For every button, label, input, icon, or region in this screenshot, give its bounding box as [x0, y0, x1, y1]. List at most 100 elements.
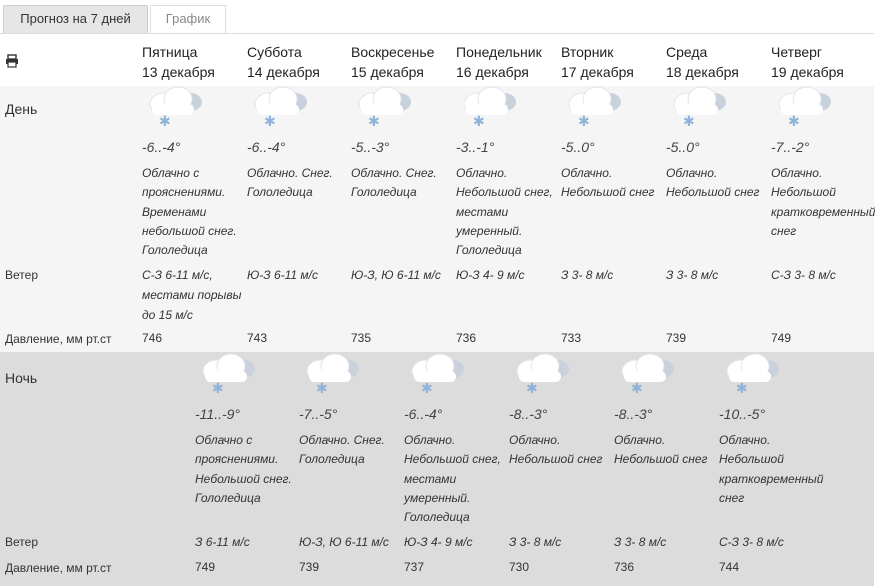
- day-weekday: Понедельник: [456, 44, 542, 60]
- wind-value: Ю-З 4- 9 м/с: [404, 535, 473, 549]
- temperature: -10..-5°: [719, 406, 766, 422]
- pressure-value: 733: [561, 331, 582, 345]
- day-date: 19 декабря: [771, 64, 844, 80]
- cloud-snow-icon: ✱: [404, 353, 474, 397]
- weather-description: Облачно с прояснениями. Небольшой снег. …: [195, 433, 292, 505]
- cloud-snow-icon: ✱: [771, 86, 841, 130]
- day-header: Суббота 14 декабря: [247, 42, 320, 82]
- cloud-snow-icon: ✱: [142, 86, 212, 130]
- temperature: -6..-4°: [404, 406, 443, 422]
- cloud-snow-icon: ✱: [666, 86, 736, 130]
- printer-icon[interactable]: [5, 54, 19, 68]
- day-date: 13 декабря: [142, 64, 215, 80]
- svg-text:✱: ✱: [212, 381, 224, 393]
- day-header: Пятница 13 декабря: [142, 42, 215, 82]
- day-header: Среда 18 декабря: [666, 42, 739, 82]
- temperature: -8..-3°: [509, 406, 548, 422]
- svg-text:✱: ✱: [368, 114, 380, 126]
- temperature: -5..0°: [666, 139, 700, 155]
- day-weekday: Пятница: [142, 44, 198, 60]
- cloud-snow-icon: ✱: [509, 353, 579, 397]
- pressure-value: 739: [666, 331, 687, 345]
- weather-description: Облачно. Небольшой снег: [614, 433, 708, 467]
- day-weekday: Воскресенье: [351, 44, 435, 60]
- svg-text:✱: ✱: [736, 381, 748, 393]
- temperature: -7..-5°: [299, 406, 338, 422]
- day-weekday: Четверг: [771, 44, 823, 60]
- cloud-snow-icon: ✱: [719, 353, 789, 397]
- weather-description: Облачно. Небольшой кратковременный снег: [719, 433, 824, 505]
- day-weekday: Среда: [666, 44, 708, 60]
- day-section-label: День: [5, 101, 38, 117]
- wind-value: Ю-З 4- 9 м/с: [456, 268, 525, 282]
- temperature: -6..-4°: [247, 139, 286, 155]
- pressure-value: 735: [351, 331, 372, 345]
- pressure-value: 737: [404, 560, 425, 574]
- pressure-value: 739: [299, 560, 320, 574]
- weather-description: Облачно. Небольшой снег: [509, 433, 603, 467]
- svg-text:✱: ✱: [578, 114, 590, 126]
- day-band: [0, 86, 874, 352]
- tab-divider: [0, 33, 874, 34]
- day-date: 15 декабря: [351, 64, 424, 80]
- weather-description: Облачно. Небольшой снег, местами умеренн…: [456, 166, 553, 258]
- tab-7-day-forecast[interactable]: Прогноз на 7 дней: [3, 5, 148, 33]
- pressure-value: 743: [247, 331, 268, 345]
- svg-text:✱: ✱: [316, 381, 328, 393]
- day-header: Вторник 17 декабря: [561, 42, 634, 82]
- cloud-snow-icon: ✱: [456, 86, 526, 130]
- weather-description: Облачно. Снег. Гололедица: [351, 166, 437, 200]
- night-wind-label: Ветер: [5, 535, 38, 549]
- cloud-snow-icon: ✱: [247, 86, 317, 130]
- temperature: -5..0°: [561, 139, 595, 155]
- wind-value: С-З 6-11 м/с, местами порывы до 15 м/с: [142, 268, 242, 322]
- pressure-value: 746: [142, 331, 163, 345]
- svg-text:✱: ✱: [526, 381, 538, 393]
- cloud-snow-icon: ✱: [195, 353, 265, 397]
- cloud-snow-icon: ✱: [561, 86, 631, 130]
- wind-value: С-З 3- 8 м/с: [719, 535, 784, 549]
- svg-text:✱: ✱: [421, 381, 433, 393]
- svg-text:✱: ✱: [264, 114, 276, 126]
- temperature: -3..-1°: [456, 139, 495, 155]
- weather-description: Облачно. Снег. Гололедица: [299, 433, 385, 467]
- temperature: -8..-3°: [614, 406, 653, 422]
- weather-description: Облачно. Снег. Гололедица: [247, 166, 333, 200]
- wind-value: З 6-11 м/с: [195, 535, 250, 549]
- day-header: Воскресенье 15 декабря: [351, 42, 434, 82]
- svg-text:✱: ✱: [473, 114, 485, 126]
- pressure-value: 744: [719, 560, 740, 574]
- day-header: Понедельник 16 декабря: [456, 42, 542, 82]
- svg-text:✱: ✱: [631, 381, 643, 393]
- tab-bar: Прогноз на 7 дней График: [0, 0, 880, 34]
- day-date: 14 декабря: [247, 64, 320, 80]
- day-date: 16 декабря: [456, 64, 529, 80]
- pressure-value: 749: [195, 560, 216, 574]
- wind-value: Ю-З 6-11 м/с: [247, 268, 318, 282]
- wind-value: З 3- 8 м/с: [614, 535, 667, 549]
- pressure-value: 736: [456, 331, 477, 345]
- pressure-value: 730: [509, 560, 530, 574]
- pressure-value: 736: [614, 560, 635, 574]
- wind-value: З 3- 8 м/с: [509, 535, 562, 549]
- tab-chart[interactable]: График: [150, 5, 226, 33]
- svg-text:✱: ✱: [788, 114, 800, 126]
- wind-value: З 3- 8 м/с: [561, 268, 614, 282]
- weather-description: Облачно. Небольшой снег, местами умеренн…: [404, 433, 501, 525]
- temperature: -6..-4°: [142, 139, 181, 155]
- svg-text:✱: ✱: [159, 114, 171, 126]
- temperature: -11..-9°: [195, 406, 241, 422]
- pressure-value: 749: [771, 331, 792, 345]
- temperature: -7..-2°: [771, 139, 810, 155]
- day-wind-label: Ветер: [5, 268, 38, 282]
- night-pressure-label: Давление, мм рт.ст: [5, 561, 112, 575]
- weather-description: Облачно. Небольшой кратковременный снег: [771, 166, 876, 238]
- wind-value: Ю-З, Ю 6-11 м/с: [351, 268, 441, 282]
- svg-text:✱: ✱: [683, 114, 695, 126]
- wind-value: З 3- 8 м/с: [666, 268, 719, 282]
- cloud-snow-icon: ✱: [299, 353, 369, 397]
- cloud-snow-icon: ✱: [614, 353, 684, 397]
- day-date: 18 декабря: [666, 64, 739, 80]
- weather-description: Облачно с прояснениями. Временами неболь…: [142, 166, 237, 258]
- day-weekday: Суббота: [247, 44, 302, 60]
